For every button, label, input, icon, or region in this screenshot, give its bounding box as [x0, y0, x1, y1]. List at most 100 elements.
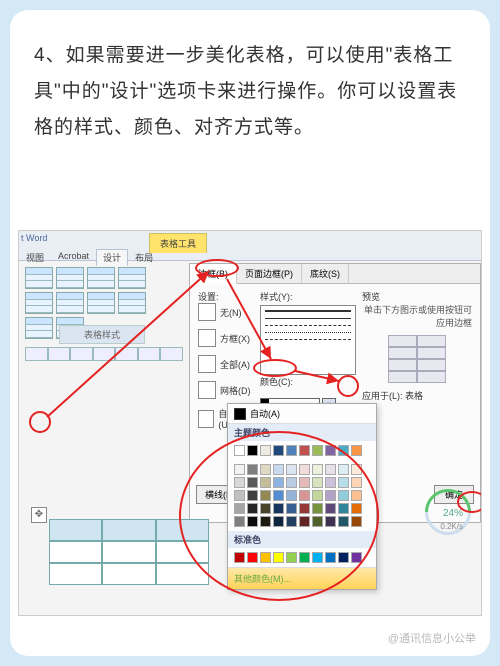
color-swatch[interactable]: [234, 464, 245, 475]
color-swatch[interactable]: [325, 503, 336, 514]
color-swatch[interactable]: [234, 445, 245, 456]
color-swatch[interactable]: [325, 464, 336, 475]
apply-to-label: 应用于(L):: [362, 391, 403, 401]
color-swatch[interactable]: [234, 552, 245, 563]
color-swatch[interactable]: [273, 516, 284, 527]
color-swatch[interactable]: [338, 552, 349, 563]
color-swatch[interactable]: [234, 516, 245, 527]
color-swatch[interactable]: [247, 552, 258, 563]
color-auto[interactable]: 自动(A): [228, 404, 376, 424]
opt-all[interactable]: 全部(A): [198, 355, 254, 373]
color-swatch[interactable]: [299, 445, 310, 456]
color-swatch[interactable]: [325, 477, 336, 488]
color-swatch[interactable]: [312, 503, 323, 514]
opt-none[interactable]: 无(N): [198, 303, 254, 321]
theme-colors-row[interactable]: [228, 441, 376, 460]
theme-tints-grid[interactable]: [228, 460, 376, 531]
color-swatch[interactable]: [260, 477, 271, 488]
color-swatch[interactable]: [312, 516, 323, 527]
color-swatch[interactable]: [299, 490, 310, 501]
color-swatch[interactable]: [325, 445, 336, 456]
color-swatch[interactable]: [273, 464, 284, 475]
color-swatch[interactable]: [234, 503, 245, 514]
color-swatch[interactable]: [338, 516, 349, 527]
auto-swatch-icon: [234, 408, 246, 420]
color-swatch[interactable]: [260, 490, 271, 501]
dlg-tab-page-border[interactable]: 页面边框(P): [237, 264, 302, 283]
color-swatch[interactable]: [338, 490, 349, 501]
color-swatch[interactable]: [325, 490, 336, 501]
dlg-tab-shading[interactable]: 底纹(S): [302, 264, 349, 283]
color-swatch[interactable]: [286, 503, 297, 514]
gauge-percent: 24%: [443, 508, 463, 519]
color-swatch[interactable]: [260, 516, 271, 527]
color-swatch[interactable]: [312, 552, 323, 563]
color-swatch[interactable]: [351, 516, 362, 527]
color-swatch[interactable]: [273, 552, 284, 563]
more-colors[interactable]: 其他颜色(M)...: [228, 567, 376, 589]
document-table[interactable]: [49, 519, 209, 585]
color-swatch[interactable]: [351, 552, 362, 563]
color-swatch[interactable]: [299, 477, 310, 488]
color-swatch[interactable]: [234, 490, 245, 501]
standard-colors-row[interactable]: [228, 548, 376, 567]
color-swatch[interactable]: [260, 464, 271, 475]
dlg-tab-borders[interactable]: 边框(B): [190, 264, 237, 284]
color-swatch[interactable]: [338, 503, 349, 514]
preview-grid[interactable]: [388, 335, 446, 383]
color-swatch[interactable]: [299, 516, 310, 527]
gauge-rate: 0.2K/s: [440, 522, 463, 531]
color-swatch[interactable]: [338, 445, 349, 456]
color-swatch[interactable]: [312, 445, 323, 456]
color-label: 颜色(C):: [260, 375, 356, 388]
color-swatch[interactable]: [351, 503, 362, 514]
color-swatch[interactable]: [286, 477, 297, 488]
color-swatch[interactable]: [338, 464, 349, 475]
color-swatch[interactable]: [325, 552, 336, 563]
color-swatch[interactable]: [338, 477, 349, 488]
tab-layout[interactable]: 布局: [128, 249, 160, 266]
color-swatch[interactable]: [286, 445, 297, 456]
color-swatch[interactable]: [260, 552, 271, 563]
color-swatch[interactable]: [247, 464, 258, 475]
color-swatch[interactable]: [299, 552, 310, 563]
color-swatch[interactable]: [234, 477, 245, 488]
color-swatch[interactable]: [312, 490, 323, 501]
color-swatch[interactable]: [351, 490, 362, 501]
color-swatch[interactable]: [247, 503, 258, 514]
color-swatch[interactable]: [247, 445, 258, 456]
preview-label: 预览: [362, 290, 472, 303]
tab-acrobat[interactable]: Acrobat: [51, 249, 96, 266]
color-swatch[interactable]: [247, 516, 258, 527]
color-swatch[interactable]: [273, 503, 284, 514]
color-swatch[interactable]: [247, 490, 258, 501]
color-swatch[interactable]: [312, 464, 323, 475]
color-swatch[interactable]: [286, 490, 297, 501]
color-swatch[interactable]: [299, 464, 310, 475]
color-swatch[interactable]: [286, 516, 297, 527]
color-swatch[interactable]: [273, 477, 284, 488]
table-style-gallery[interactable]: [25, 267, 175, 321]
color-swatch[interactable]: [286, 464, 297, 475]
color-swatch[interactable]: [273, 490, 284, 501]
tab-design[interactable]: 设计: [96, 249, 128, 266]
style-listbox[interactable]: [260, 305, 356, 375]
apply-to-value[interactable]: 表格: [405, 391, 423, 401]
opt-grid[interactable]: 网格(D): [198, 381, 254, 399]
color-swatch[interactable]: [351, 445, 362, 456]
table-move-handle-icon[interactable]: ✥: [31, 507, 47, 523]
color-swatch[interactable]: [351, 477, 362, 488]
color-swatch[interactable]: [286, 552, 297, 563]
color-swatch[interactable]: [325, 516, 336, 527]
color-swatch[interactable]: [273, 445, 284, 456]
color-swatch[interactable]: [260, 445, 271, 456]
color-swatch[interactable]: [247, 477, 258, 488]
tab-view[interactable]: 视图: [19, 249, 51, 266]
color-swatch[interactable]: [351, 464, 362, 475]
color-swatch[interactable]: [260, 503, 271, 514]
opt-box[interactable]: 方框(X): [198, 329, 254, 347]
settings-label: 设置:: [198, 290, 254, 303]
color-swatch[interactable]: [312, 477, 323, 488]
color-swatch[interactable]: [299, 503, 310, 514]
color-popup: 自动(A) 主题颜色 标准色 其他颜色(M)...: [227, 403, 377, 590]
